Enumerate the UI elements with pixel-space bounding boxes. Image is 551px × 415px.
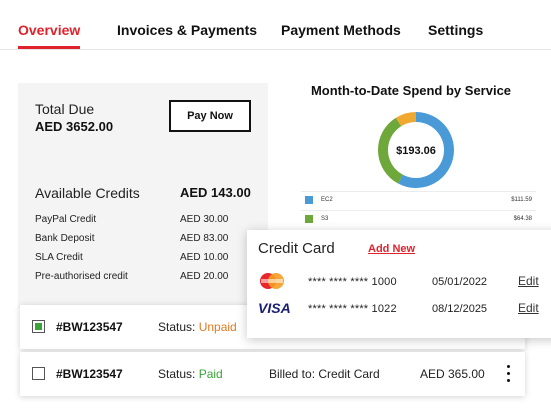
available-credits-value: AED 143.00 <box>180 185 251 200</box>
edit-card-link[interactable]: Edit <box>518 301 539 315</box>
credit-item-amount: AED 83.00 <box>180 233 229 244</box>
credit-item-label: Pre-authorised credit <box>35 271 128 282</box>
total-due-value: AED 3652.00 <box>35 119 114 134</box>
available-credits-label: Available Credits <box>35 185 140 201</box>
invoice-row[interactable]: #BW123547 Status: Paid Billed to: Credit… <box>20 352 525 396</box>
pay-now-button[interactable]: Pay Now <box>169 100 251 132</box>
invoice-status-label: Status: <box>158 367 196 381</box>
legend-swatch <box>305 196 313 204</box>
active-tab-indicator <box>18 46 80 49</box>
legend-value: $64.38 <box>513 216 532 222</box>
credit-item-preauthorised: Pre-authorised credit AED 20.00 <box>35 271 245 282</box>
legend-name: EC2 <box>321 197 333 203</box>
billing-summary-panel: Total Due AED 3652.00 Pay Now Available … <box>18 83 268 308</box>
invoice-status: Status: Paid <box>158 367 223 381</box>
credit-item-amount: AED 30.00 <box>180 214 229 225</box>
legend-row-s3: S3 $64.38 <box>301 210 536 228</box>
legend-row-ec2: EC2 $111.59 <box>301 191 536 209</box>
invoice-id: #BW123547 <box>56 320 123 334</box>
invoice-checkbox[interactable] <box>32 320 45 333</box>
total-due-label: Total Due <box>35 101 95 117</box>
card-expiry: 08/12/2025 <box>432 303 488 315</box>
card-number: **** **** **** 1000 <box>308 276 397 288</box>
credit-item-label: Bank Deposit <box>35 233 95 244</box>
saved-card-row: VISA **** **** **** 1022 08/12/2025 Edit <box>247 298 551 320</box>
tab-overview[interactable]: Overview <box>18 22 80 38</box>
invoice-status-value: Unpaid <box>198 320 237 334</box>
invoice-status: Status: Unpaid <box>158 320 237 334</box>
legend-value: $111.59 <box>511 197 532 203</box>
visa-icon: VISA <box>258 300 291 316</box>
legend-name: S3 <box>321 216 329 222</box>
credit-item-sla: SLA Credit AED 10.00 <box>35 252 245 263</box>
invoice-billed-to: Billed to: Credit Card <box>269 367 380 381</box>
credit-card-title: Credit Card <box>258 240 335 257</box>
tab-bar: Overview Invoices & Payments Payment Met… <box>0 0 551 50</box>
more-options-icon[interactable] <box>504 363 514 385</box>
credit-item-amount: AED 20.00 <box>180 271 229 282</box>
invoice-checkbox[interactable] <box>32 367 45 380</box>
edit-card-link[interactable]: Edit <box>518 274 539 288</box>
card-expiry: 05/01/2022 <box>432 276 488 288</box>
add-new-card-link[interactable]: Add New <box>368 243 415 255</box>
invoice-amount: AED 365.00 <box>420 367 485 381</box>
credit-item-label: SLA Credit <box>35 252 83 263</box>
credit-item-bank-deposit: Bank Deposit AED 83.00 <box>35 233 245 244</box>
credit-item-paypal: PayPal Credit AED 30.00 <box>35 214 245 225</box>
saved-card-row: **** **** **** 1000 05/01/2022 Edit <box>247 271 551 293</box>
spend-donut-chart: $193.06 <box>378 112 454 188</box>
legend-swatch <box>305 215 313 223</box>
tab-settings[interactable]: Settings <box>428 22 483 38</box>
invoice-id: #BW123547 <box>56 367 123 381</box>
invoice-status-label: Status: <box>158 320 196 334</box>
tab-payment-methods[interactable]: Payment Methods <box>281 22 401 38</box>
invoice-status-value: Paid <box>198 367 223 381</box>
tab-invoices-payments[interactable]: Invoices & Payments <box>117 22 257 38</box>
credit-card-panel: Credit Card Add New **** **** **** 1000 … <box>247 230 551 338</box>
spend-chart-title: Month-to-Date Spend by Service <box>310 83 512 98</box>
card-number: **** **** **** 1022 <box>308 303 397 315</box>
credit-item-amount: AED 10.00 <box>180 252 229 263</box>
mastercard-icon <box>260 273 284 289</box>
credit-item-label: PayPal Credit <box>35 214 97 225</box>
donut-center-label: $193.06 <box>396 145 436 157</box>
